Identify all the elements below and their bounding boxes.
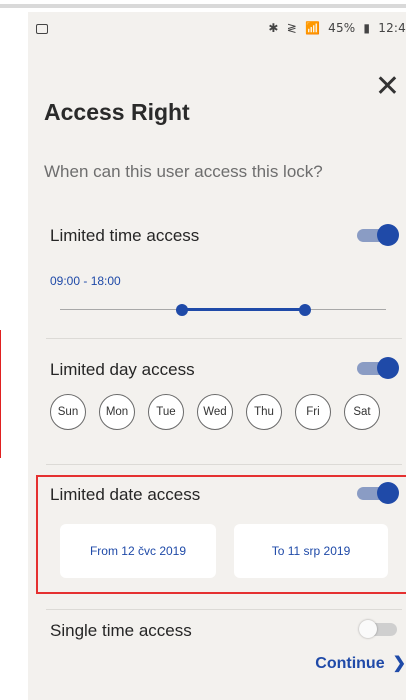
- divider: [46, 464, 402, 465]
- limited-day-label: Limited day access: [50, 360, 195, 379]
- single-time-label: Single time access: [50, 621, 192, 640]
- status-right: ✱ ≷ 📶 45% ▮ 12:4: [264, 21, 406, 35]
- phone-screen: ✱ ≷ 📶 45% ▮ 12:4 ✕ Access Right When can…: [28, 12, 406, 700]
- day-mon[interactable]: Mon: [99, 394, 135, 430]
- red-marker-line: [0, 330, 1, 458]
- battery-percent: 45%: [328, 21, 356, 35]
- time-range-text: 09:00 - 18:00: [50, 274, 121, 288]
- day-wed[interactable]: Wed: [197, 394, 233, 430]
- image-icon: [36, 24, 48, 34]
- limited-day-toggle[interactable]: [357, 357, 401, 379]
- page-title: Access Right: [44, 99, 190, 125]
- close-icon[interactable]: ✕: [375, 72, 400, 102]
- slider-end-thumb[interactable]: [298, 304, 311, 316]
- limited-time-label: Limited time access: [50, 226, 200, 245]
- page-subtitle: When can this user access this lock?: [44, 162, 323, 181]
- highlight-box: [36, 475, 406, 594]
- continue-label: Continue: [315, 655, 385, 672]
- chevron-right-icon: ❯: [392, 655, 406, 672]
- status-bar: ✱ ≷ 📶 45% ▮ 12:4: [28, 12, 406, 48]
- toggle-knob: [377, 224, 399, 246]
- slider-fill: [182, 308, 305, 311]
- bluetooth-icon: ✱: [268, 21, 279, 35]
- mute-icon: ≷: [286, 21, 297, 35]
- day-sat[interactable]: Sat: [344, 394, 380, 430]
- toggle-knob: [359, 620, 377, 638]
- limited-time-toggle[interactable]: [357, 224, 401, 246]
- toggle-knob: [377, 357, 399, 379]
- slider-start-thumb[interactable]: [176, 304, 189, 316]
- clock: 12:4: [378, 21, 406, 35]
- battery-icon: ▮: [363, 21, 371, 35]
- divider: [46, 609, 402, 610]
- signal-icon: 📶: [304, 21, 321, 35]
- continue-button[interactable]: Continue ❯: [315, 653, 406, 673]
- time-range-slider[interactable]: [60, 302, 386, 318]
- top-strip: [0, 0, 406, 12]
- day-fri[interactable]: Fri: [295, 394, 331, 430]
- day-sun[interactable]: Sun: [50, 394, 86, 430]
- divider: [46, 338, 402, 339]
- single-time-toggle[interactable]: [357, 618, 401, 640]
- day-tue[interactable]: Tue: [148, 394, 184, 430]
- day-thu[interactable]: Thu: [246, 394, 282, 430]
